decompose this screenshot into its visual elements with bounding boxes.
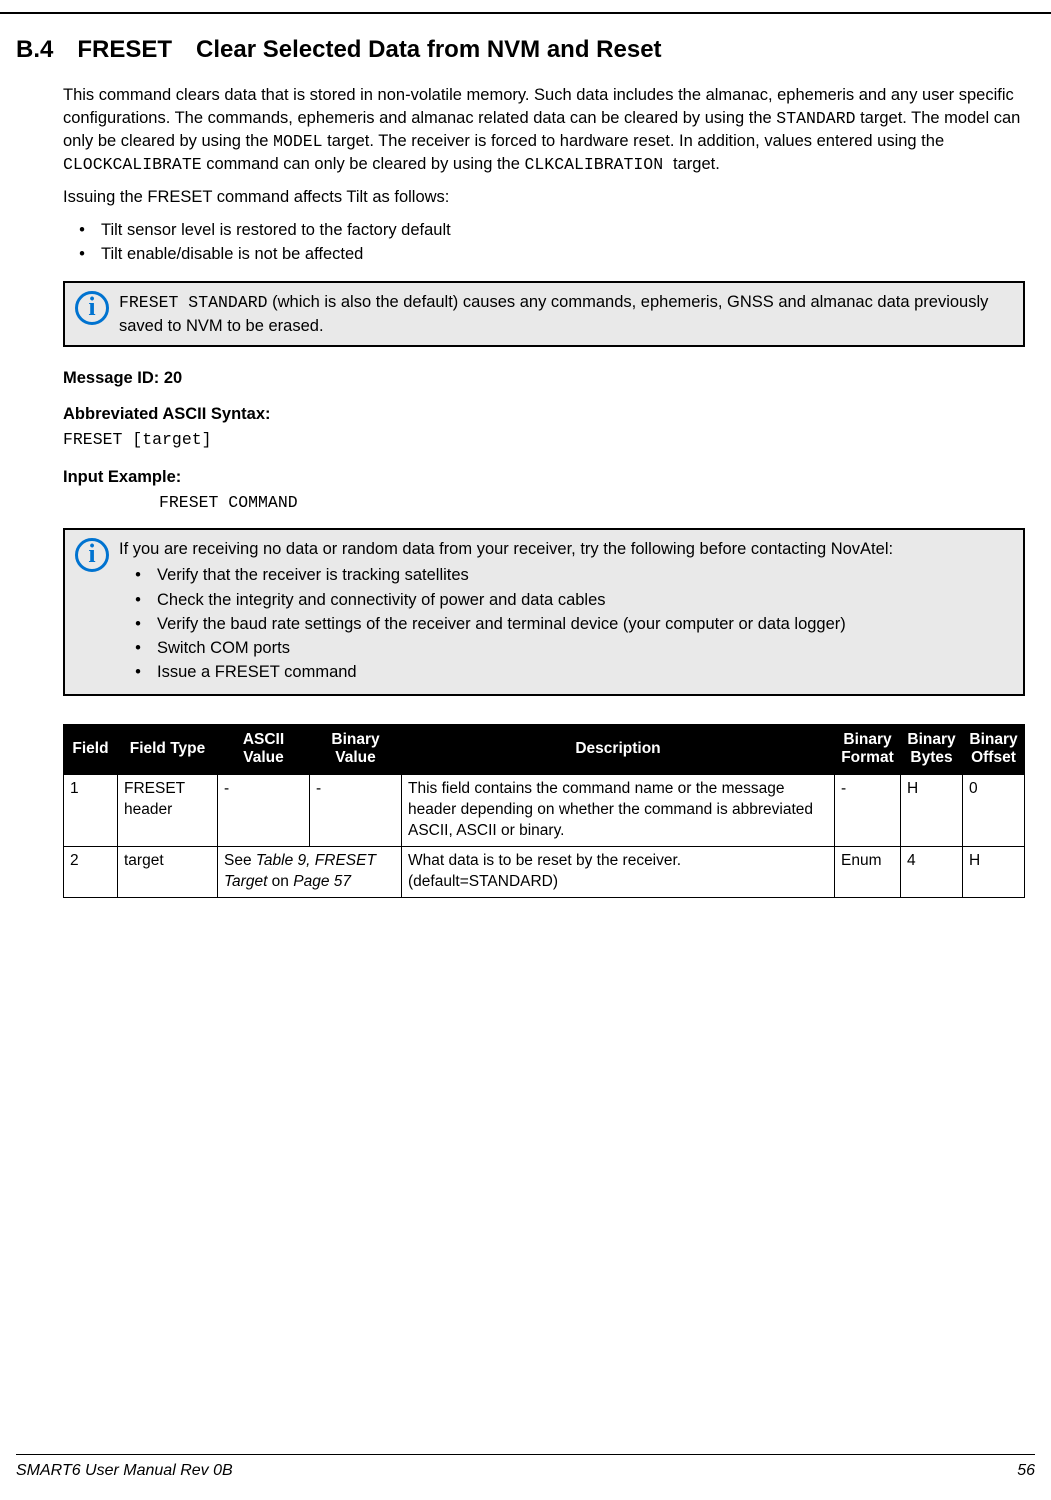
th-ascii-value: ASCII Value [218, 724, 310, 774]
list-item: •Verify that the receiver is tracking sa… [119, 564, 1013, 586]
example-label: Input Example: [63, 466, 1025, 488]
message-id-label: Message ID: 20 [63, 367, 1025, 389]
field-table: Field Field Type ASCII Value Binary Valu… [63, 724, 1025, 898]
list-item: •Issue a FRESET command [119, 661, 1013, 683]
th-binary-offset: Binary Offset [963, 724, 1025, 774]
list-item: • Tilt enable/disable is not be affected [63, 243, 1025, 265]
intro-paragraph-1: This command clears data that is stored … [63, 84, 1025, 176]
list-item: •Check the integrity and connectivity of… [119, 589, 1013, 611]
table-row: 2 target See Table 9, FRESET Target on P… [64, 846, 1025, 897]
info-box-troubleshoot: i If you are receiving no data or random… [63, 528, 1025, 696]
code-model: MODEL [273, 132, 323, 151]
table-row: 1 FRESET header - - This field contains … [64, 774, 1025, 846]
syntax-value: FRESET [target] [63, 429, 1025, 451]
code-standard: STANDARD [776, 109, 855, 128]
info-box-freset-standard: i FRESET STANDARD (which is also the def… [63, 281, 1025, 347]
section-title: Clear Selected Data from NVM and Reset [196, 34, 661, 66]
th-binary-bytes: Binary Bytes [901, 724, 963, 774]
th-field: Field [64, 724, 118, 774]
list-item: •Switch COM ports [119, 637, 1013, 659]
section-number: B.4 [16, 34, 53, 66]
example-value: FRESET COMMAND [63, 492, 1025, 514]
tilt-bullet-list: • Tilt sensor level is restored to the f… [63, 219, 1025, 266]
page-footer: SMART6 User Manual Rev 0B 56 [16, 1454, 1035, 1482]
syntax-label: Abbreviated ASCII Syntax: [63, 403, 1025, 425]
footer-title: SMART6 User Manual Rev 0B [16, 1460, 233, 1482]
combined-cell: See Table 9, FRESET Target on Page 57 [218, 846, 402, 897]
th-description: Description [402, 724, 835, 774]
section-command: FRESET [77, 34, 172, 66]
info-icon: i [75, 538, 109, 572]
intro-paragraph-2: Issuing the FRESET command affects Tilt … [63, 186, 1025, 208]
th-field-type: Field Type [118, 724, 218, 774]
section-heading: B.4 FRESET Clear Selected Data from NVM … [16, 34, 1035, 66]
code-freset-standard: FRESET STANDARD [119, 293, 268, 312]
code-clockcalibrate: CLOCKCALIBRATE [63, 155, 202, 174]
th-binary-value: Binary Value [310, 724, 402, 774]
troubleshoot-bullet-list: •Verify that the receiver is tracking sa… [119, 564, 1013, 683]
list-item: •Verify the baud rate settings of the re… [119, 613, 1013, 635]
list-item: • Tilt sensor level is restored to the f… [63, 219, 1025, 241]
page-number: 56 [1017, 1460, 1035, 1482]
info-icon: i [75, 291, 109, 325]
table-header-row: Field Field Type ASCII Value Binary Valu… [64, 724, 1025, 774]
code-clkcalibration: CLKCALIBRATION [524, 155, 673, 174]
info-lead: If you are receiving no data or random d… [119, 538, 1013, 560]
th-binary-format: Binary Format [835, 724, 901, 774]
